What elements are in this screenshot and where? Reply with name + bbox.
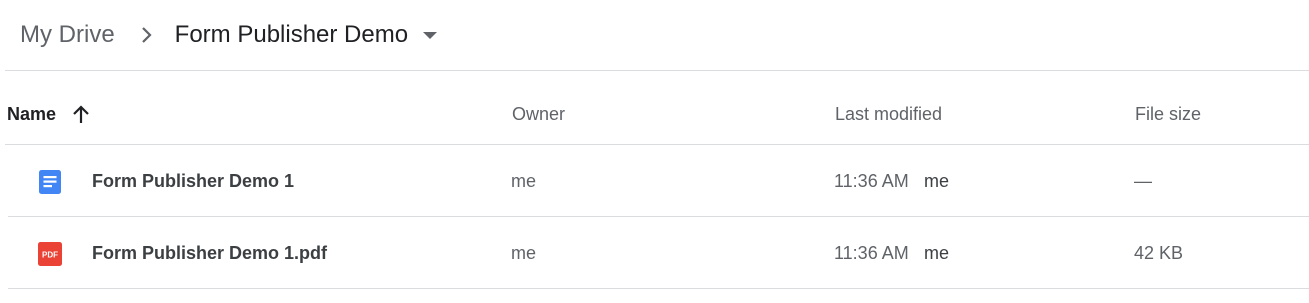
file-size: 42 KB <box>1134 243 1184 263</box>
column-header-owner[interactable]: Owner <box>512 104 565 125</box>
breadcrumb-current-label: Form Publisher Demo <box>174 21 409 48</box>
file-name: Form Publisher Demo 1.pdf <box>92 243 328 263</box>
arrow-up-icon[interactable] <box>72 104 90 125</box>
table-header: Name Owner Last modified File size <box>0 90 1309 138</box>
table-row[interactable]: Form Publisher Demo 1 me 11:36 AM me — <box>0 146 1309 216</box>
divider <box>5 144 1309 145</box>
pdf-icon-label: PDF <box>42 251 58 260</box>
pdf-icon: PDF <box>38 242 62 266</box>
file-list-view: My Drive Form Publisher Demo Name Owner … <box>0 0 1309 303</box>
column-header-file-size[interactable]: File size <box>1135 104 1201 125</box>
divider <box>5 70 1309 71</box>
breadcrumb-my-drive[interactable]: My Drive <box>20 21 115 49</box>
file-modified-time: 11:36 AM <box>834 243 909 263</box>
breadcrumb-current-folder[interactable]: Form Publisher Demo <box>175 21 438 49</box>
file-modified-by: me <box>924 171 950 191</box>
file-modified-time: 11:36 AM <box>834 171 909 191</box>
column-header-last-modified[interactable]: Last modified <box>835 104 942 125</box>
google-docs-icon <box>38 170 62 194</box>
file-name: Form Publisher Demo 1 <box>92 171 295 191</box>
breadcrumb: My Drive Form Publisher Demo <box>20 15 438 55</box>
file-owner: me <box>511 243 537 263</box>
column-header-name-label: Name <box>7 104 57 124</box>
file-owner: me <box>511 171 537 191</box>
caret-down-icon[interactable] <box>422 30 438 40</box>
column-header-name[interactable]: Name <box>7 104 90 125</box>
chevron-right-icon <box>137 25 157 45</box>
divider <box>8 288 1309 289</box>
file-size: — <box>1134 171 1152 191</box>
file-modified-by: me <box>924 243 950 263</box>
table-row[interactable]: PDF Form Publisher Demo 1.pdf me 11:36 A… <box>0 218 1309 288</box>
divider <box>8 216 1309 217</box>
